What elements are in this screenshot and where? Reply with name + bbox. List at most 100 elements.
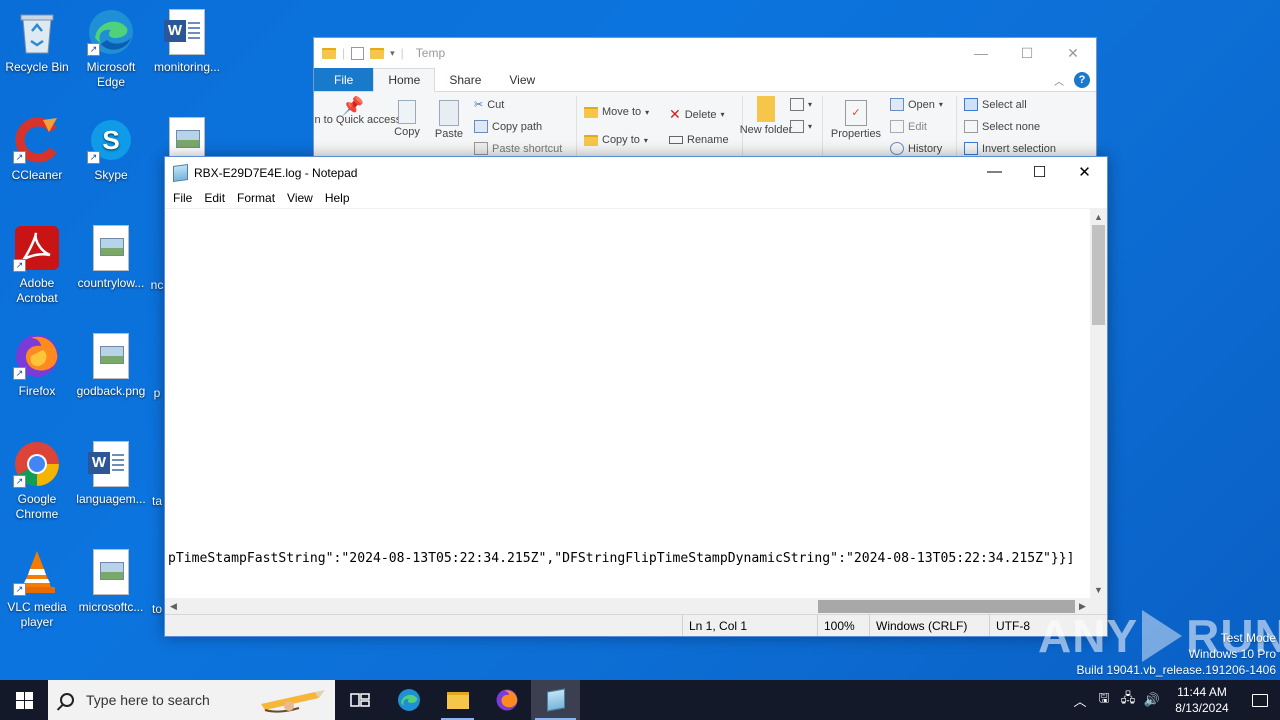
notepad-titlebar[interactable]: RBX-E29D7E4E.log - Notepad — ☐ ✕ xyxy=(165,157,1107,188)
copy-path-button[interactable]: Copy path xyxy=(474,120,542,133)
select-all-button[interactable]: Select all xyxy=(964,98,1027,111)
paste-button[interactable]: Paste xyxy=(433,100,465,140)
desktop-icon-languagem[interactable]: W languagem... xyxy=(74,440,148,507)
vertical-scrollbar[interactable]: ▲ ▼ xyxy=(1090,208,1107,598)
edit-button[interactable]: Edit xyxy=(890,120,927,133)
notepad-text-area[interactable]: pTimeStampFastString":"2024-08-13T05:22:… xyxy=(165,208,1091,598)
explorer-titlebar[interactable]: | ▾ | Temp — ☐ ✕ xyxy=(314,38,1096,68)
device-icon[interactable]: 🖫 xyxy=(1092,680,1116,720)
history-button[interactable]: History xyxy=(890,142,942,155)
menu-view[interactable]: View xyxy=(281,191,319,205)
scroll-up-icon[interactable]: ▲ xyxy=(1090,208,1107,225)
paste-shortcut-button[interactable]: Paste shortcut xyxy=(474,142,562,155)
taskbar: Type here to search ︿ 🖫 🖧 🔊 11:44 AM 8/1… xyxy=(0,680,1280,720)
move-to-button[interactable]: Move to ▾ xyxy=(584,106,649,118)
desktop-icon-countrylow[interactable]: countrylow... xyxy=(74,224,148,291)
notification-center-button[interactable] xyxy=(1240,680,1280,720)
system-clock[interactable]: 11:44 AM 8/13/2024 xyxy=(1164,684,1240,716)
scroll-left-icon[interactable]: ◀ xyxy=(165,598,182,615)
menu-file[interactable]: File xyxy=(167,191,198,205)
desktop-icon-monitoring-doc[interactable]: W monitoring... xyxy=(150,8,224,75)
paste-icon xyxy=(439,100,459,126)
scroll-down-icon[interactable]: ▼ xyxy=(1090,581,1107,598)
desktop-icon-skype[interactable]: S ↗ Skype xyxy=(74,116,148,183)
desktop-icon-to[interactable]: to xyxy=(150,548,164,617)
menu-help[interactable]: Help xyxy=(319,191,356,205)
minimize-icon[interactable]: — xyxy=(972,157,1017,186)
ribbon: 📌 Pin to Quick access Copy Paste ✂ Cut C… xyxy=(314,92,1096,166)
start-button[interactable] xyxy=(0,680,48,720)
desktop-icon-label: to xyxy=(151,602,162,616)
desktop-icon-godback[interactable]: godback.png xyxy=(74,332,148,399)
menu-edit[interactable]: Edit xyxy=(198,191,231,205)
invert-selection-button[interactable]: Invert selection xyxy=(964,142,1056,155)
word-document-icon: W xyxy=(87,440,135,488)
menu-format[interactable]: Format xyxy=(231,191,281,205)
help-icon[interactable]: ? xyxy=(1074,72,1090,88)
tab-file[interactable]: File xyxy=(314,68,374,91)
rename-button[interactable]: Rename xyxy=(669,134,729,146)
chevron-up-icon[interactable]: ︿ xyxy=(1054,73,1064,88)
volume-icon[interactable]: 🔊 xyxy=(1140,680,1164,720)
desktop-icon-google-chrome[interactable]: ↗ Google Chrome xyxy=(0,440,74,522)
edit-label: Edit xyxy=(908,120,927,133)
desktop-icon-p[interactable]: p xyxy=(150,332,164,401)
pin-to-quick-access-button[interactable]: 📌 Pin to Quick access xyxy=(314,97,401,126)
notepad-window[interactable]: RBX-E29D7E4E.log - Notepad — ☐ ✕ File Ed… xyxy=(164,156,1108,637)
close-icon[interactable]: ✕ xyxy=(1050,38,1096,68)
edge-icon xyxy=(397,689,420,711)
chevron-down-icon: ▾ xyxy=(720,110,725,119)
separator: | xyxy=(342,46,346,60)
desktop-icon-recycle-bin[interactable]: Recycle Bin xyxy=(0,8,74,75)
taskbar-file-explorer[interactable] xyxy=(433,680,482,720)
copy-path-label: Copy path xyxy=(492,120,543,133)
delete-button[interactable]: ✕ Delete ▾ xyxy=(669,106,725,123)
open-button[interactable]: Open ▾ xyxy=(890,98,943,111)
minimize-icon[interactable]: — xyxy=(958,38,1004,68)
desktop-icon-adobe-acrobat[interactable]: ↗ Adobe Acrobat xyxy=(0,224,74,306)
chevron-up-icon[interactable]: ︿ xyxy=(1068,680,1092,720)
taskbar-edge[interactable] xyxy=(384,680,433,720)
desktop-icon-microsoftc[interactable]: microsoftc... xyxy=(74,548,148,615)
pin-label: Pin to Quick access xyxy=(314,114,402,126)
rename-label: Rename xyxy=(687,134,729,146)
chevron-down-icon[interactable]: ▾ xyxy=(390,48,395,59)
copy-button[interactable]: Copy xyxy=(392,100,422,138)
tab-view[interactable]: View xyxy=(495,68,549,91)
network-icon[interactable]: 🖧 xyxy=(1116,680,1140,720)
desktop-icon-ta[interactable]: ta xyxy=(150,440,164,509)
tab-home[interactable]: Home xyxy=(373,68,436,92)
maximize-icon[interactable]: ☐ xyxy=(1004,38,1050,68)
horizontal-scroll-thumb[interactable] xyxy=(818,600,1075,613)
horizontal-scrollbar[interactable]: ◀ ▶ xyxy=(165,598,1091,615)
copy-to-button[interactable]: Copy to ▾ xyxy=(584,134,648,146)
file-icon xyxy=(150,440,164,488)
taskbar-notepad[interactable] xyxy=(531,680,580,720)
select-none-button[interactable]: Select none xyxy=(964,120,1040,133)
desktop-icon-firefox[interactable]: ↗ Firefox xyxy=(0,332,74,399)
desktop-icon-ccleaner[interactable]: ↗ CCleaner xyxy=(0,116,74,183)
close-icon[interactable]: ✕ xyxy=(1062,157,1107,186)
explorer-window-controls: — ☐ ✕ xyxy=(958,38,1096,68)
properties-quick-icon[interactable] xyxy=(351,46,365,60)
task-view-button[interactable] xyxy=(335,680,384,720)
properties-button[interactable]: ✓ Properties xyxy=(828,100,884,140)
new-item-button[interactable]: ▾ xyxy=(790,98,812,111)
taskbar-search-box[interactable]: Type here to search xyxy=(48,680,335,720)
file-explorer-window[interactable]: | ▾ | Temp — ☐ ✕ File Home Share View ︿ … xyxy=(313,37,1097,167)
shortcut-arrow-icon: ↗ xyxy=(87,43,100,56)
desktop-icon-microsoft-edge[interactable]: ↗ Microsoft Edge xyxy=(74,8,148,90)
cut-button[interactable]: ✂ Cut xyxy=(474,98,504,112)
taskbar-firefox[interactable] xyxy=(482,680,531,720)
ribbon-right-controls: ︿ ? xyxy=(1054,72,1090,88)
vertical-scroll-thumb[interactable] xyxy=(1092,225,1105,325)
maximize-icon[interactable]: ☐ xyxy=(1017,157,1062,186)
scissors-icon: ✂ xyxy=(474,99,484,111)
easy-access-button[interactable]: ▾ xyxy=(790,120,812,133)
desktop-icon-nc[interactable]: nc xyxy=(150,224,164,293)
new-folder-button[interactable]: New folder xyxy=(740,96,792,136)
new-folder-quick-icon[interactable] xyxy=(370,47,385,59)
tab-share[interactable]: Share xyxy=(435,68,495,91)
desktop-icon-vlc[interactable]: ↗ VLC media player xyxy=(0,548,74,630)
new-folder-icon xyxy=(757,96,775,122)
